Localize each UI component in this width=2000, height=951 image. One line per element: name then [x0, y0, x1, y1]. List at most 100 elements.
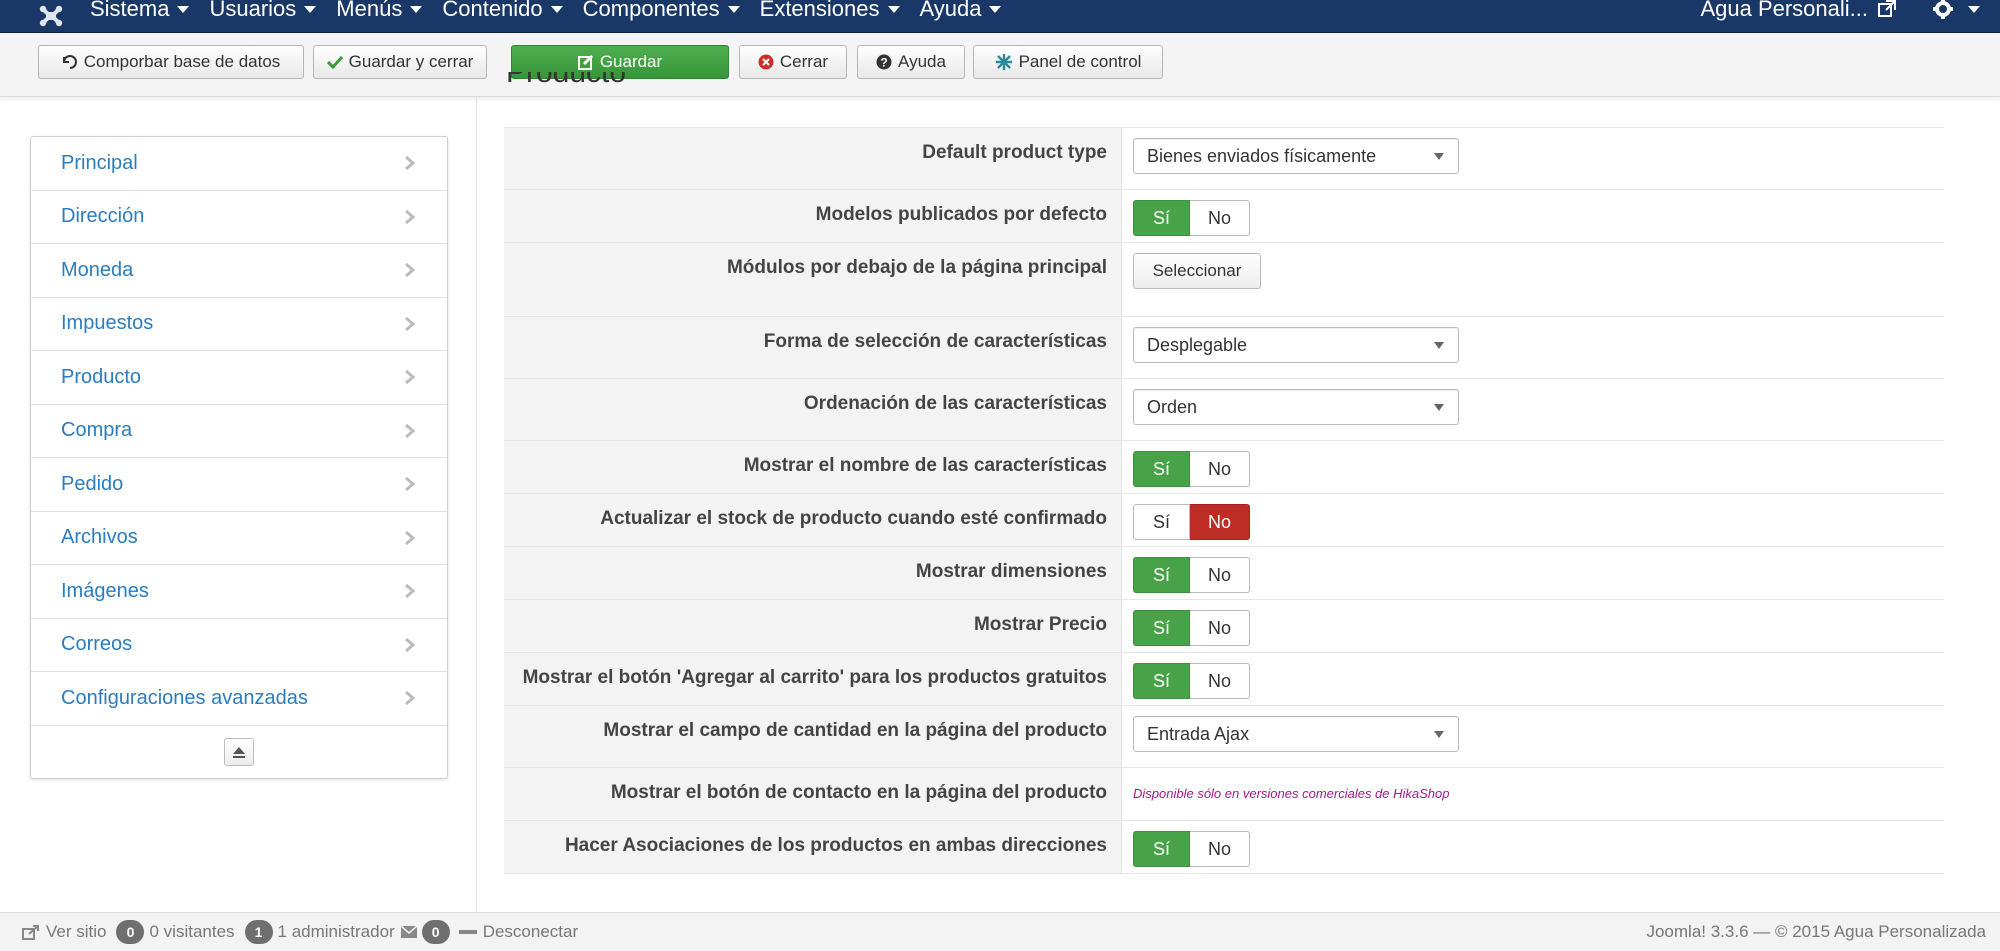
select-modules-button[interactable]: Seleccionar — [1133, 253, 1261, 289]
section-title: Producto — [506, 72, 627, 89]
logout-link[interactable]: Desconectar — [483, 922, 578, 942]
sidebar-item-configuraciones-avanzadas[interactable]: Configuraciones avanzadas — [31, 672, 447, 726]
row-update-stock: Actualizar el stock de producto cuando e… — [504, 493, 1944, 546]
toggle-no[interactable]: No — [1190, 504, 1250, 540]
admins-badge: 1 — [244, 920, 273, 944]
row-show-price: Mostrar Precio Sí No — [504, 599, 1944, 652]
row-characteristics-order: Ordenación de las características Orden — [504, 378, 1944, 440]
settings-sidebar: Principal Dirección Moneda Impuestos Pro… — [30, 136, 448, 779]
content-divider — [476, 97, 477, 912]
topbar-right: Agua Personali... — [1700, 0, 1980, 22]
toggle-yes[interactable]: Sí — [1133, 831, 1190, 867]
show-dimensions-toggle: Sí No — [1133, 557, 1944, 593]
caret-down-icon — [550, 5, 563, 13]
messages-icon — [400, 926, 417, 938]
toolbar: Comporbar base de datos Guardar y cerrar… — [0, 33, 2000, 97]
toggle-no[interactable]: No — [1190, 557, 1250, 593]
sidebar-item-producto[interactable]: Producto — [31, 351, 447, 405]
toggle-yes[interactable]: Sí — [1133, 200, 1190, 236]
chevron-right-icon — [405, 263, 416, 278]
toggle-yes[interactable]: Sí — [1133, 557, 1190, 593]
characteristics-order-select[interactable]: Orden — [1133, 389, 1459, 425]
sidebar-item-moneda[interactable]: Moneda — [31, 244, 447, 298]
question-circle-icon: ? — [876, 54, 892, 70]
field-label: Mostrar dimensiones — [504, 547, 1122, 599]
main-menu: Sistema Usuarios Menús Contenido Compone… — [90, 0, 1021, 33]
menu-componentes[interactable]: Componentes — [583, 0, 740, 20]
dropdown-arrow-icon — [1434, 342, 1444, 349]
sidebar-item-impuestos[interactable]: Impuestos — [31, 298, 447, 351]
menu-ayuda[interactable]: Ayuda — [920, 0, 1002, 20]
field-label: Forma de selección de características — [504, 317, 1122, 378]
quantity-field-select[interactable]: Entrada Ajax — [1133, 716, 1459, 752]
field-label: Mostrar el botón 'Agregar al carrito' pa… — [504, 653, 1122, 705]
menu-sistema[interactable]: Sistema — [90, 0, 190, 20]
default-product-type-select[interactable]: Bienes enviados físicamente — [1133, 138, 1459, 174]
menu-menus[interactable]: Menús — [336, 0, 423, 20]
menu-contenido[interactable]: Contenido — [442, 0, 563, 20]
field-label: Mostrar Precio — [504, 600, 1122, 652]
close-button[interactable]: Cerrar — [739, 45, 847, 79]
toggle-no[interactable]: No — [1190, 451, 1250, 487]
row-contact-button: Mostrar el botón de contacto en la págin… — [504, 767, 1944, 820]
show-price-toggle: Sí No — [1133, 610, 1944, 646]
check-database-button[interactable]: Comporbar base de datos — [38, 45, 304, 79]
row-models-published: Modelos publicados por defecto Sí No — [504, 189, 1944, 242]
chevron-right-icon — [405, 423, 416, 438]
row-add-to-cart-free: Mostrar el botón 'Agregar al carrito' pa… — [504, 652, 1944, 705]
chevron-right-icon — [405, 530, 416, 545]
sidebar-item-imagenes[interactable]: Imágenes — [31, 565, 447, 619]
field-label: Mostrar el botón de contacto en la págin… — [504, 768, 1122, 820]
messages-badge[interactable]: 0 — [421, 920, 450, 944]
sidebar-footer — [31, 726, 447, 778]
menu-extensiones[interactable]: Extensiones — [760, 0, 900, 20]
toggle-yes[interactable]: Sí — [1133, 504, 1190, 540]
chevron-right-icon — [405, 691, 416, 706]
edit-icon — [577, 54, 593, 70]
toggle-yes[interactable]: Sí — [1133, 451, 1190, 487]
dropdown-arrow-icon — [1434, 153, 1444, 160]
help-button[interactable]: ? Ayuda — [857, 45, 965, 79]
control-panel-button[interactable]: Panel de control — [973, 45, 1163, 79]
toggle-yes[interactable]: Sí — [1133, 610, 1190, 646]
sidebar-item-direccion[interactable]: Dirección — [31, 191, 447, 244]
view-site-link[interactable]: Ver sitio — [46, 922, 106, 942]
joomla-logo-icon[interactable] — [38, 4, 64, 28]
caret-down-icon — [177, 5, 190, 13]
visitors-label: 0 visitantes — [149, 922, 235, 941]
field-label: Modelos publicados por defecto — [504, 190, 1122, 242]
gear-icon[interactable] — [1932, 0, 1954, 20]
toggle-no[interactable]: No — [1190, 663, 1250, 699]
footer-version: Joomla! 3.3.6 — © 2015 Agua Personalizad… — [1646, 922, 1986, 941]
eject-up-icon — [233, 746, 245, 758]
sidebar-item-compra[interactable]: Compra — [31, 405, 447, 458]
chevron-right-icon — [405, 156, 416, 171]
external-link-icon[interactable] — [1878, 0, 1896, 18]
sidebar-item-principal[interactable]: Principal — [31, 137, 447, 191]
characteristics-selection-select[interactable]: Desplegable — [1133, 327, 1459, 363]
admins-label: 1 administrador — [277, 922, 395, 941]
toggle-no[interactable]: No — [1190, 831, 1250, 867]
sidebar-item-correos[interactable]: Correos — [31, 619, 447, 672]
caret-down-icon[interactable] — [1968, 5, 1980, 13]
toggle-no[interactable]: No — [1190, 610, 1250, 646]
control-panel-icon — [995, 54, 1012, 70]
field-label: Módulos por debajo de la página principa… — [504, 243, 1122, 316]
row-quantity-field: Mostrar el campo de cantidad en la págin… — [504, 705, 1944, 767]
view-site-icon — [22, 925, 39, 940]
dropdown-arrow-icon — [1434, 404, 1444, 411]
save-and-close-button[interactable]: Guardar y cerrar — [313, 45, 487, 79]
toggle-no[interactable]: No — [1190, 200, 1250, 236]
caret-down-icon — [887, 5, 900, 13]
menu-usuarios[interactable]: Usuarios — [209, 0, 317, 20]
toggle-yes[interactable]: Sí — [1133, 663, 1190, 699]
sidebar-item-pedido[interactable]: Pedido — [31, 458, 447, 512]
row-associations: Hacer Asociaciones de los productos en a… — [504, 820, 1944, 874]
sidebar-item-archivos[interactable]: Archivos — [31, 512, 447, 565]
chevron-right-icon — [405, 584, 416, 599]
site-name-link[interactable]: Agua Personali... — [1700, 0, 1868, 22]
product-settings-form: Default product type Bienes enviados fís… — [504, 127, 1944, 874]
collapse-sidebar-button[interactable] — [224, 737, 254, 766]
row-default-product-type: Default product type Bienes enviados fís… — [504, 127, 1944, 189]
chevron-right-icon — [405, 370, 416, 385]
